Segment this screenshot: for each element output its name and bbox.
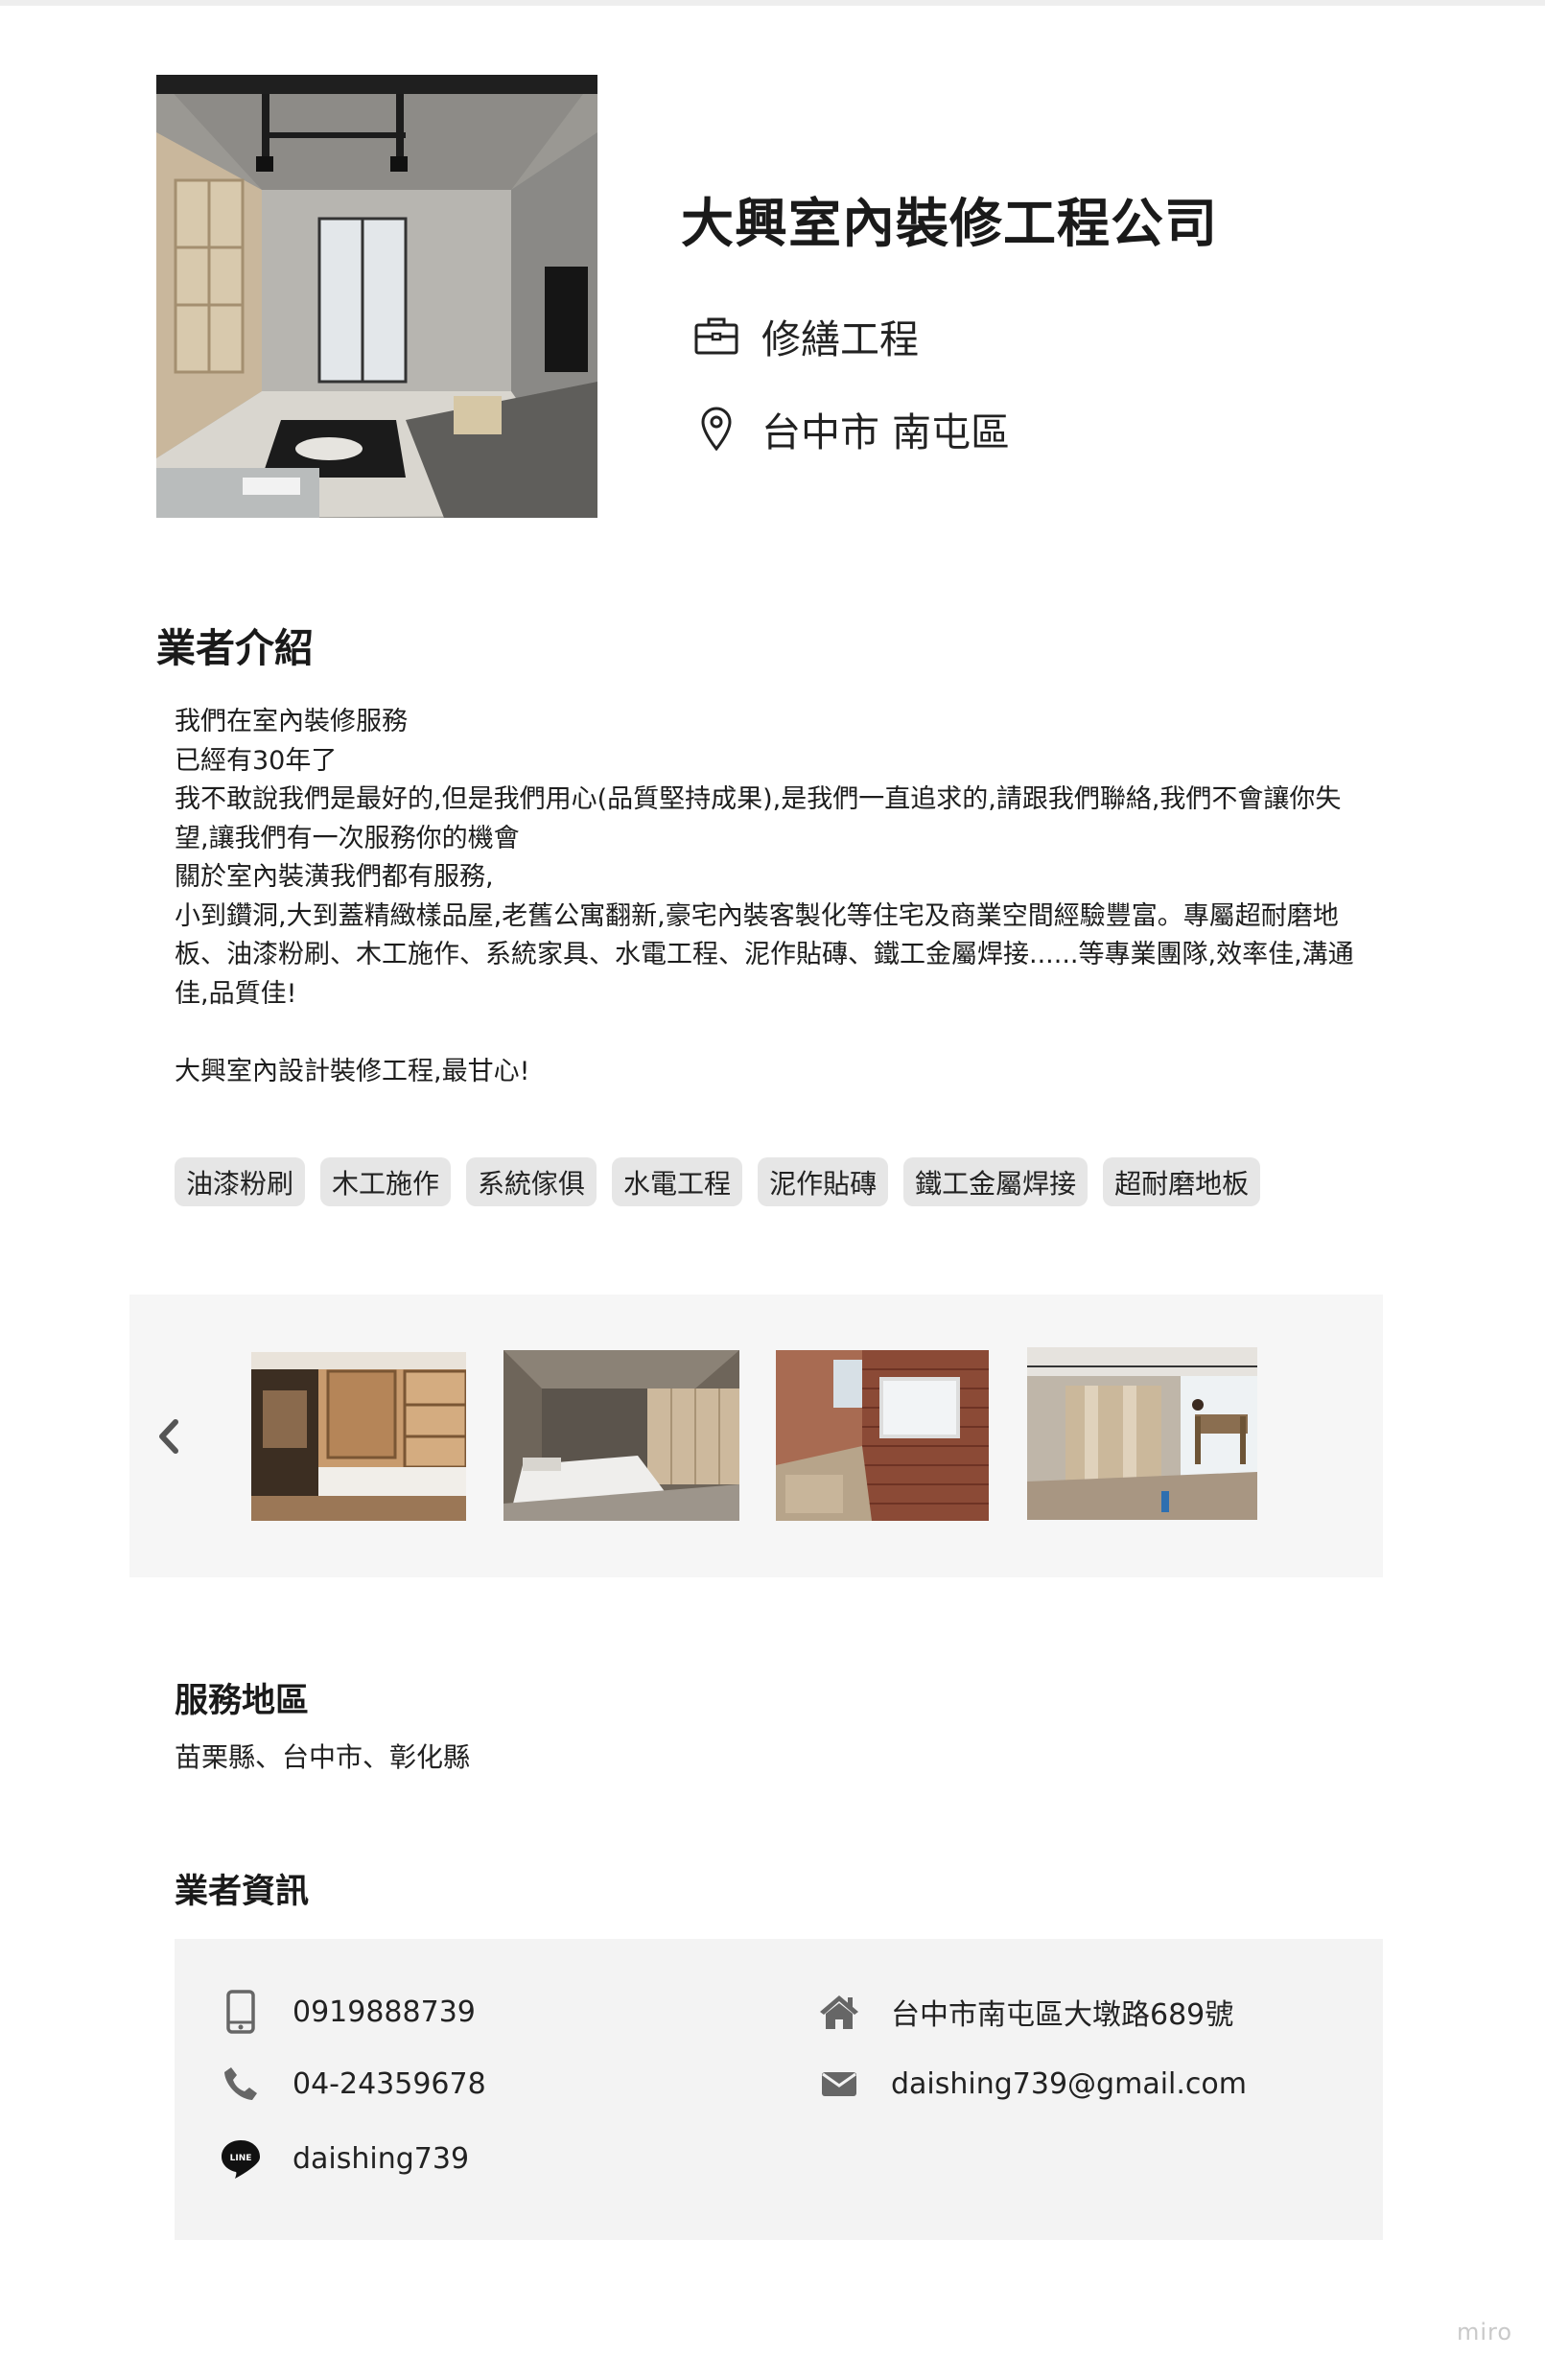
intro-paragraph: 關於室內裝潢我們都有服務,: [175, 862, 494, 892]
mobile-row[interactable]: 0919888739: [216, 1987, 476, 2037]
category-label: 修繕工程: [761, 316, 919, 362]
gallery-photo[interactable]: [1027, 1347, 1257, 1520]
watermark: miro: [1457, 2319, 1513, 2345]
intro-paragraph: 小到鑽洞,大到蓋精緻樣品屋,老舊公寓翻新,豪宅內裝客製化等住宅及商業空間經驗豐富…: [175, 900, 1354, 1009]
service-area-title: 服務地區: [175, 1682, 310, 1720]
service-tags: 油漆粉刷 木工施作 系統傢俱 水電工程 泥作貼磚 鐵工金屬焊接 超耐磨地板: [175, 1157, 1261, 1206]
line-id: daishing739: [293, 2141, 470, 2176]
category-row: 修繕工程: [692, 307, 919, 364]
envelope-icon: [814, 2059, 864, 2109]
company-name: 大興室內裝修工程公司: [681, 193, 1219, 254]
gallery-photo[interactable]: [251, 1352, 466, 1521]
phone-number: 04-24359678: [293, 2066, 486, 2101]
gallery-prev-button[interactable]: [149, 1417, 187, 1459]
service-tag[interactable]: 泥作貼磚: [758, 1157, 889, 1206]
intro-paragraph: 大興室內設計裝修工程,最甘心!: [175, 1056, 530, 1086]
contact-info-panel: 0919888739 04-24359678 LINE daishing739 …: [175, 1939, 1383, 2240]
phone-icon: [216, 2059, 266, 2109]
top-divider: [0, 0, 1545, 6]
gallery-photo[interactable]: [503, 1350, 739, 1521]
location-label: 台中市 南屯區: [761, 409, 1011, 455]
svg-text:LINE: LINE: [230, 2154, 252, 2163]
service-tag[interactable]: 水電工程: [612, 1157, 743, 1206]
intro-paragraph: [175, 1014, 1354, 1053]
mobile-phone-icon: [216, 1987, 266, 2037]
phone-row[interactable]: 04-24359678: [216, 2059, 486, 2109]
mobile-number: 0919888739: [293, 1995, 476, 2029]
address-row[interactable]: 台中市南屯區大墩路689號: [814, 1987, 1233, 2037]
info-title: 業者資訊: [175, 1873, 310, 1911]
intro-paragraph: 已經有30年了: [175, 745, 338, 776]
briefcase-icon: [692, 312, 740, 360]
line-row[interactable]: LINE daishing739: [216, 2134, 469, 2183]
company-cover-photo: [156, 75, 597, 518]
intro-paragraph: 我不敢說我們是最好的,但是我們用心(品質堅持成果),是我們一直追求的,請跟我們聯…: [175, 784, 1342, 853]
chevron-left-icon: [156, 1418, 179, 1458]
home-icon: [814, 1987, 864, 2037]
service-tag[interactable]: 系統傢俱: [466, 1157, 597, 1206]
location-row: 台中市 南屯區: [692, 400, 1010, 457]
map-pin-icon: [692, 405, 740, 453]
service-area-text: 苗栗縣、台中市、彰化縣: [175, 1741, 471, 1773]
line-app-icon: LINE: [216, 2134, 266, 2183]
email-address: daishing739@gmail.com: [891, 2066, 1247, 2101]
intro-title: 業者介紹: [156, 625, 314, 671]
gallery-photo[interactable]: [776, 1350, 989, 1521]
address-text: 台中市南屯區大墩路689號: [891, 1998, 1234, 2032]
photo-gallery: [129, 1295, 1383, 1577]
service-tag[interactable]: 超耐磨地板: [1103, 1157, 1261, 1206]
service-tag[interactable]: 木工施作: [320, 1157, 452, 1206]
service-tag[interactable]: 鐵工金屬焊接: [903, 1157, 1089, 1206]
email-row[interactable]: daishing739@gmail.com: [814, 2059, 1247, 2109]
intro-text: 我們在室內裝修服務 已經有30年了 我不敢說我們是最好的,但是我們用心(品質堅持…: [175, 703, 1354, 1091]
intro-paragraph: 我們在室內裝修服務: [175, 707, 408, 736]
service-tag[interactable]: 油漆粉刷: [175, 1157, 306, 1206]
